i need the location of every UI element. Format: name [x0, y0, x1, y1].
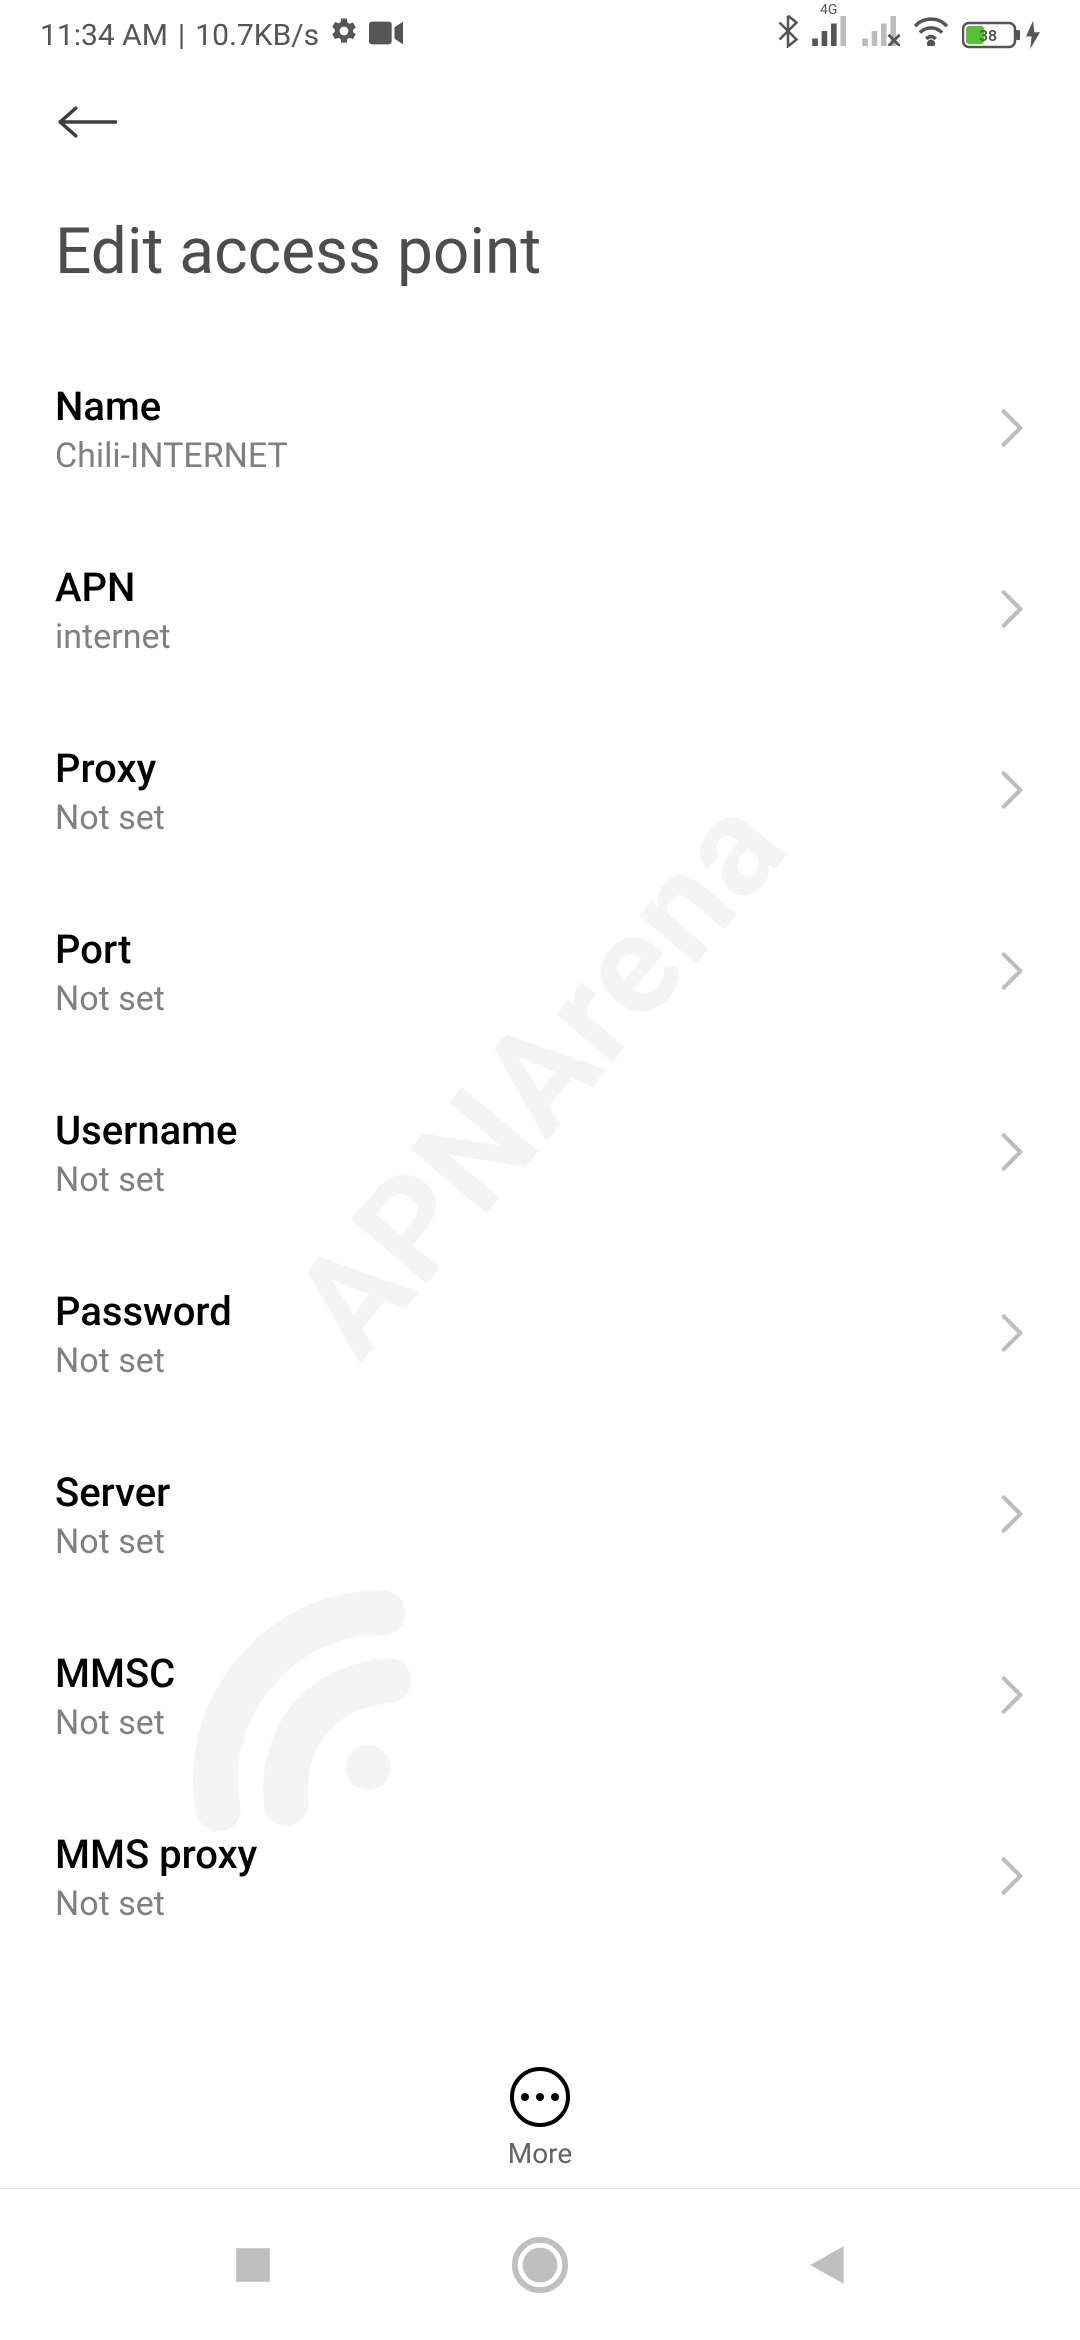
- status-left: 11:34 AM | 10.7KB/s: [40, 16, 403, 54]
- navigation-bar: [0, 2188, 1080, 2340]
- chevron-right-icon: [999, 770, 1025, 814]
- row-apn[interactable]: APN internet: [0, 520, 1080, 701]
- signal-1-icon: 4G: [812, 16, 850, 54]
- row-label: Name: [55, 383, 288, 430]
- back-button[interactable]: [55, 90, 119, 154]
- page-title: Edit access point: [0, 154, 1080, 309]
- row-label: Server: [55, 1469, 170, 1516]
- square-icon: [232, 2244, 274, 2286]
- chevron-right-icon: [999, 1494, 1025, 1538]
- status-time: 11:34 AM: [40, 18, 168, 53]
- status-net-speed: 10.7KB/s: [195, 18, 319, 53]
- row-label: Proxy: [55, 745, 165, 792]
- nav-back-button[interactable]: [792, 2230, 862, 2300]
- row-label: Port: [55, 926, 165, 973]
- row-label: APN: [55, 564, 171, 611]
- gear-icon: [329, 16, 359, 54]
- row-name[interactable]: Name Chili-INTERNET: [0, 339, 1080, 520]
- charging-icon: [1026, 21, 1040, 49]
- chevron-right-icon: [999, 1313, 1025, 1357]
- status-divider: |: [178, 18, 185, 53]
- status-right: 4G 38: [776, 14, 1040, 56]
- more-button[interactable]: [510, 2067, 570, 2127]
- row-username[interactable]: Username Not set: [0, 1063, 1080, 1244]
- more-label: More: [508, 2137, 573, 2170]
- row-value: Not set: [55, 1884, 257, 1924]
- app-header: [0, 70, 1080, 154]
- row-server[interactable]: Server Not set: [0, 1425, 1080, 1606]
- battery-indicator: 38: [962, 20, 1040, 50]
- more-area: More: [0, 2037, 1080, 2170]
- row-port[interactable]: Port Not set: [0, 882, 1080, 1063]
- row-label: MMS proxy: [55, 1831, 257, 1878]
- video-icon: [369, 18, 403, 53]
- row-value: Not set: [55, 979, 165, 1019]
- row-value: Not set: [55, 1703, 175, 1743]
- row-mms-proxy[interactable]: MMS proxy Not set: [0, 1787, 1080, 1968]
- svg-text:38: 38: [979, 26, 997, 45]
- row-value: internet: [55, 617, 171, 657]
- row-value: Not set: [55, 1160, 237, 1200]
- row-label: Password: [55, 1288, 232, 1335]
- row-value: Not set: [55, 1341, 232, 1381]
- row-proxy[interactable]: Proxy Not set: [0, 701, 1080, 882]
- status-bar: 11:34 AM | 10.7KB/s 4G 38: [0, 0, 1080, 70]
- row-value: Chili-INTERNET: [55, 436, 288, 476]
- triangle-left-icon: [806, 2242, 848, 2288]
- row-value: Not set: [55, 798, 165, 838]
- row-mmsc[interactable]: MMSC Not set: [0, 1606, 1080, 1787]
- chevron-right-icon: [999, 1675, 1025, 1719]
- settings-list: Name Chili-INTERNET APN internet Proxy N…: [0, 309, 1080, 1968]
- chevron-right-icon: [999, 1856, 1025, 1900]
- nav-recents-button[interactable]: [218, 2230, 288, 2300]
- chevron-right-icon: [999, 589, 1025, 633]
- circle-icon: [511, 2236, 569, 2294]
- chevron-right-icon: [999, 1132, 1025, 1176]
- row-label: MMSC: [55, 1650, 175, 1697]
- row-password[interactable]: Password Not set: [0, 1244, 1080, 1425]
- row-label: Username: [55, 1107, 237, 1154]
- chevron-right-icon: [999, 951, 1025, 995]
- nav-home-button[interactable]: [505, 2230, 575, 2300]
- signal-2-icon: [862, 16, 900, 54]
- dots-horizontal-icon: [521, 2093, 559, 2101]
- bluetooth-icon: [776, 14, 800, 56]
- chevron-right-icon: [999, 408, 1025, 452]
- wifi-icon: [912, 16, 950, 54]
- row-value: Not set: [55, 1522, 170, 1562]
